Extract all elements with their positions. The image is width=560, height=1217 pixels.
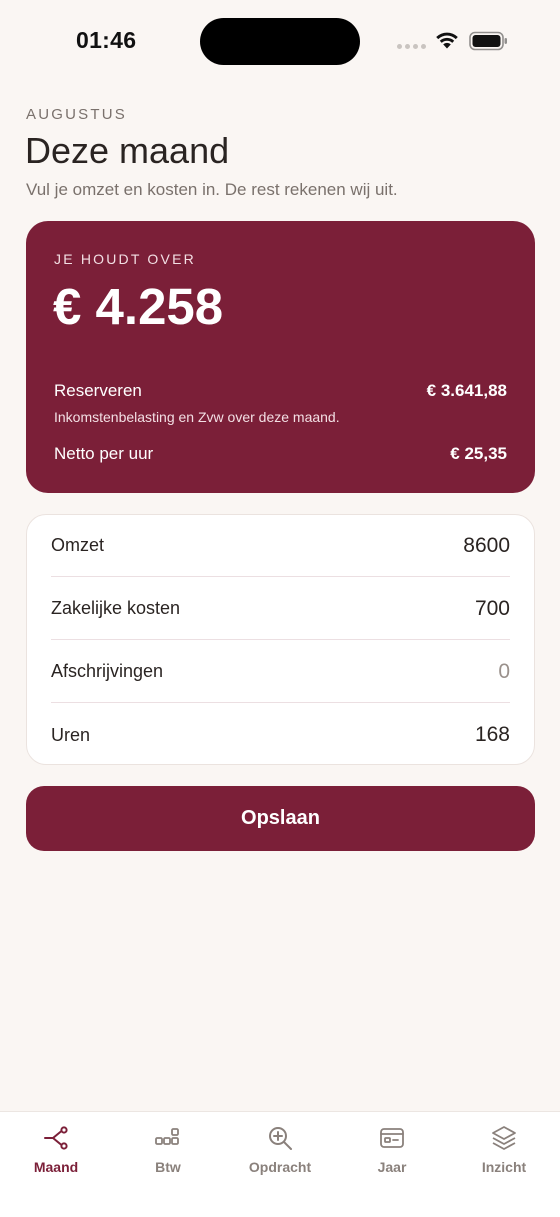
page-subtitle: Vul je omzet en kosten in. De rest reken… — [26, 180, 398, 199]
reserve-value: € 3.641,88 — [426, 381, 507, 400]
hours-input[interactable]: 168 — [475, 723, 510, 747]
tab-inzicht[interactable]: Inzicht — [448, 1112, 560, 1217]
tab-maand[interactable]: Maand — [0, 1112, 112, 1217]
tab-bar: Maand Btw Opdracht Jaar Inzicht — [0, 1111, 560, 1217]
result-card: JE HOUDT OVER € 4.258 Reserveren € 3.641… — [26, 221, 535, 493]
layers-icon — [492, 1126, 516, 1150]
share-nodes-icon — [44, 1126, 68, 1150]
status-time: 01:46 — [76, 27, 137, 53]
costs-label: Zakelijke kosten — [51, 598, 181, 618]
result-amount: € 4.258 — [53, 278, 224, 335]
inputs-card: Omzet 8600 Zakelijke kosten 700 Afschrij… — [26, 514, 535, 765]
reserve-row: Reserveren € 3.641,88 — [54, 381, 507, 401]
cellular-signal-icon — [397, 44, 426, 49]
costs-row[interactable]: Zakelijke kosten 700 — [51, 578, 510, 640]
reserve-note: Inkomstenbelasting en Zvw over deze maan… — [54, 409, 340, 425]
tab-btw[interactable]: Btw — [112, 1112, 224, 1217]
tab-opdracht[interactable]: Opdracht — [224, 1112, 336, 1217]
result-label: JE HOUDT OVER — [54, 251, 196, 267]
dynamic-island — [200, 18, 360, 65]
tab-inzicht-label: Inzicht — [481, 1159, 527, 1175]
reserve-label: Reserveren — [54, 381, 142, 400]
tab-btw-label: Btw — [155, 1159, 181, 1175]
page-title: Deze maand — [25, 130, 230, 171]
depreciation-row[interactable]: Afschrijvingen 0 — [51, 641, 510, 703]
tab-maand-label: Maand — [33, 1159, 79, 1175]
hourly-row: Netto per uur € 25,35 — [54, 444, 507, 464]
hours-label: Uren — [51, 724, 91, 745]
save-button[interactable]: Opslaan — [26, 786, 535, 851]
omzet-row[interactable]: Omzet 8600 — [51, 515, 510, 577]
omzet-label: Omzet — [51, 535, 105, 555]
blocks-icon — [155, 1128, 179, 1145]
depreciation-label: Afschrijvingen — [51, 661, 164, 681]
wifi-icon — [436, 32, 458, 49]
hourly-value: € 25,35 — [450, 444, 507, 463]
zoom-in-icon — [269, 1127, 292, 1150]
tab-jaar-label: Jaar — [377, 1159, 407, 1175]
costs-input[interactable]: 700 — [475, 597, 510, 621]
screen: 01:46 AUGUSTUS Deze maand Vul je omzet e… — [0, 0, 560, 1217]
month-label: AUGUSTUS — [26, 106, 127, 123]
battery-icon — [469, 31, 507, 51]
tab-jaar[interactable]: Jaar — [336, 1112, 448, 1217]
depreciation-input[interactable]: 0 — [498, 660, 510, 684]
card-icon — [380, 1128, 404, 1148]
omzet-input[interactable]: 8600 — [463, 534, 510, 558]
tab-opdracht-label: Opdracht — [248, 1159, 312, 1175]
hours-row[interactable]: Uren 168 — [51, 704, 510, 766]
status-bar: 01:46 — [0, 0, 560, 84]
hourly-label: Netto per uur — [54, 444, 154, 463]
